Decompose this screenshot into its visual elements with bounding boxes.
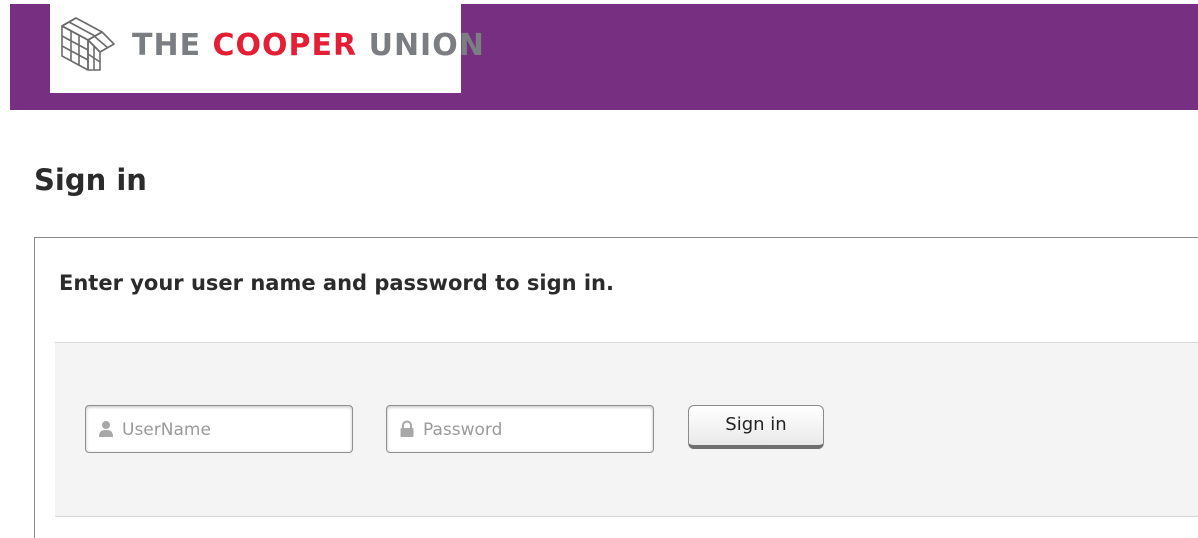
sign-in-button[interactable]: Sign in	[688, 405, 824, 449]
logo-word-the: THE	[132, 28, 202, 63]
lock-icon	[400, 420, 414, 437]
header: THE COOPER UNION	[0, 0, 1198, 110]
username-field[interactable]	[85, 405, 353, 453]
logo-wordmark: THE COOPER UNION	[132, 28, 485, 64]
page-title: Sign in	[34, 163, 147, 197]
password-input[interactable]	[423, 416, 643, 444]
logo-word-cooper: COOPER	[212, 28, 358, 63]
username-input[interactable]	[122, 416, 342, 444]
panel-heading: Enter your user name and password to sig…	[59, 271, 614, 295]
logo[interactable]: THE COOPER UNION	[50, 4, 484, 93]
cooper-union-logo-icon	[61, 17, 115, 71]
sign-in-panel: Enter your user name and password to sig…	[34, 237, 1198, 538]
user-icon	[99, 421, 113, 437]
logo-word-union: UNION	[368, 28, 485, 63]
sign-in-form: Sign in	[55, 342, 1198, 517]
password-field[interactable]	[386, 405, 654, 453]
